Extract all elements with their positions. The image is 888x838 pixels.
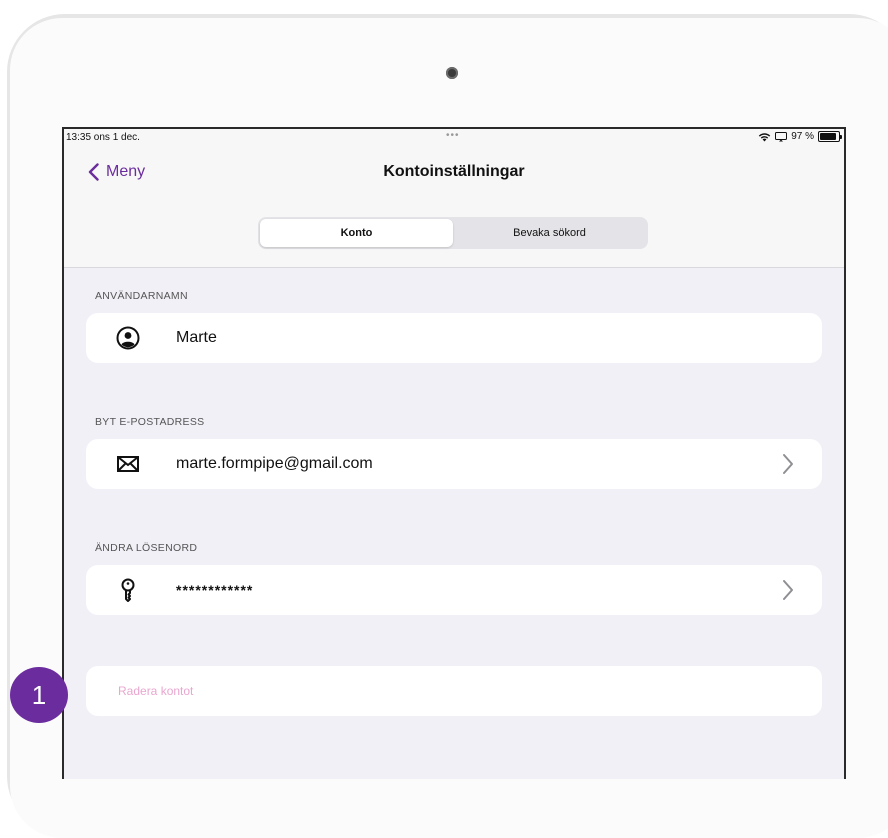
username-value: Marte — [176, 329, 217, 346]
screen-mirror-icon — [775, 131, 788, 141]
username-row: Marte — [86, 313, 822, 363]
status-bar: 13:35 ons 1 dec. ••• 97 % — [64, 129, 844, 147]
username-section-header: ANVÄNDARNAMN — [95, 290, 188, 302]
delete-account-label: Radera kontot — [118, 684, 194, 698]
email-section-header: BYT E-POSTADRESS — [95, 416, 205, 428]
tab-konto[interactable]: Konto — [260, 219, 453, 247]
delete-account-button[interactable]: Radera kontot — [86, 666, 822, 716]
camera-icon — [446, 67, 458, 79]
chevron-right-icon — [783, 580, 793, 600]
navigation-bar: Meny Kontoinställningar Konto Bevaka sök… — [64, 147, 844, 268]
status-time: 13:35 ons 1 dec. — [66, 132, 140, 143]
wifi-icon — [759, 132, 771, 141]
envelope-icon — [117, 456, 139, 472]
password-row[interactable]: ************ — [86, 565, 822, 615]
person-circle-icon — [116, 326, 140, 350]
chevron-right-icon — [783, 454, 793, 474]
battery-icon — [818, 131, 842, 142]
tab-bevaka-sokord[interactable]: Bevaka sökord — [453, 219, 646, 247]
key-icon — [121, 578, 135, 602]
multitasking-dots[interactable]: ••• — [446, 130, 460, 141]
email-row[interactable]: marte.formpipe@gmail.com — [86, 439, 822, 489]
password-value: ************ — [176, 582, 254, 598]
step-marker: 1 — [10, 667, 68, 723]
segmented-control: Konto Bevaka sökord — [258, 217, 648, 249]
screen: 13:35 ons 1 dec. ••• 97 % Meny Kontoinst… — [62, 127, 846, 779]
page-title: Kontoinställningar — [383, 163, 525, 180]
status-indicators: 97 % — [758, 131, 842, 142]
email-value: marte.formpipe@gmail.com — [176, 455, 373, 472]
battery-percent: 97 % — [791, 131, 814, 142]
password-section-header: ÄNDRA LÖSENORD — [95, 542, 198, 554]
